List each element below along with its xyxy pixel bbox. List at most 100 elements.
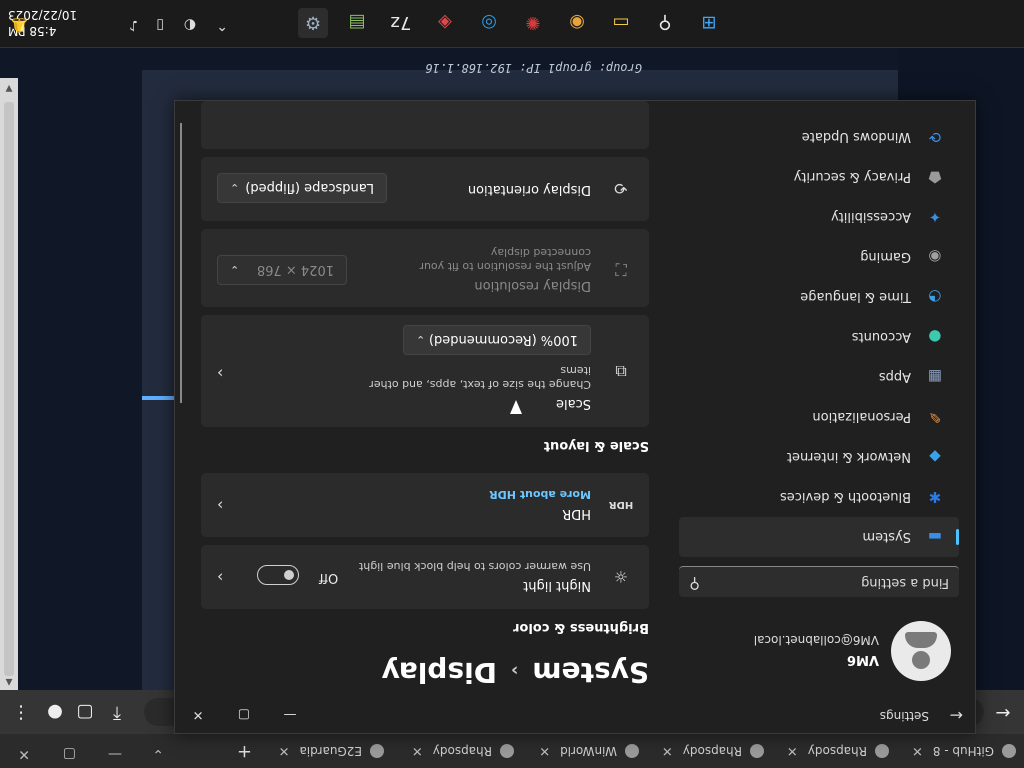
section-scale-layout: Scale & layout: [543, 438, 649, 453]
scale-dropdown[interactable]: 100% (Recommended) ⌄: [403, 325, 591, 355]
gamepad-icon: ◉: [928, 248, 942, 266]
breadcrumb-parent[interactable]: System: [532, 656, 649, 689]
back-arrow-icon[interactable]: ←: [950, 706, 963, 725]
orientation-dropdown[interactable]: Landscape (flipped) ⌄: [217, 173, 387, 203]
taskbar: ⊞ ⚲ ▭ ◉ ✺ ◎ ◈ 7z ▤ ⚙ ⌃ ◐ ▯ ♪ 4:58 PM 10/…: [0, 0, 1024, 48]
resolution-title: Display resolution: [474, 278, 591, 293]
screen: GitHub - 8 ✕ Rhapsody ✕ Rhapsody ✕ WinWo…: [0, 0, 1024, 768]
content-scrollbar[interactable]: [180, 123, 182, 403]
avatar: [891, 621, 951, 681]
chevron-right-icon[interactable]: ›: [217, 568, 223, 587]
search-icon[interactable]: ⚲: [650, 8, 680, 38]
nav-item-personalization[interactable]: ✎ Personalization: [679, 397, 959, 437]
browser-tab[interactable]: WinWorld ✕: [539, 738, 639, 764]
7zip-icon[interactable]: 7z: [386, 8, 416, 38]
section-brightness-color: Brightness & color: [513, 620, 649, 635]
app-grid-icon[interactable]: ▤: [342, 8, 372, 38]
start-icon[interactable]: ⊞: [694, 8, 724, 38]
accent-bar: [142, 396, 176, 400]
scale-value: 100% (Recommended): [428, 332, 578, 348]
battery-icon[interactable]: ▯: [156, 17, 164, 33]
nav-item-bluetooth[interactable]: ✱ Bluetooth & devices: [679, 477, 959, 517]
search-input[interactable]: Find a setting ⚲: [679, 566, 959, 597]
browser-tab-strip: GitHub - 8 ✕ Rhapsody ✕ Rhapsody ✕ WinWo…: [0, 734, 1024, 768]
viewer-scrollbar-thumb[interactable]: [4, 102, 14, 676]
network-icon[interactable]: ◐: [184, 17, 196, 33]
browser-tab[interactable]: Rhapsody ✕: [662, 738, 764, 764]
hdr-row[interactable]: HDR HDR More about HDR ›: [201, 473, 649, 537]
browser-minimize-icon[interactable]: —: [108, 746, 122, 762]
hdr-link[interactable]: More about HDR: [489, 488, 591, 501]
resolution-subtitle: Adjust the resolution to fit your connec…: [419, 246, 591, 273]
nav-label: Apps: [878, 369, 911, 385]
tab-label: Rhapsody: [807, 744, 867, 758]
tab-close-icon[interactable]: ✕: [662, 744, 673, 759]
profile-email: VM6@collabnet.local: [753, 633, 879, 647]
browser-tab-search-icon[interactable]: ⌄: [152, 746, 164, 762]
fullscreen-icon[interactable]: ▢: [74, 702, 96, 724]
bginfo-text: Group: group1 IP: 192.168.1.16: [425, 61, 642, 75]
night-light-subtitle: Use warmer colors to help block blue lig…: [358, 560, 591, 573]
accessibility-icon: ✦: [928, 208, 942, 226]
night-light-toggle[interactable]: [257, 565, 299, 585]
night-light-row[interactable]: ☼ Night light Use warmer colors to help …: [201, 545, 649, 609]
menu-icon[interactable]: ⋮: [10, 702, 32, 724]
settings-gear-icon[interactable]: ⚙: [298, 8, 328, 38]
nav-item-network[interactable]: ◆ Network & internet: [679, 437, 959, 477]
tab-close-icon[interactable]: ✕: [279, 744, 290, 759]
browser-maximize-icon[interactable]: ▢: [63, 746, 76, 762]
search-placeholder: Find a setting: [861, 575, 949, 590]
resolution-icon: ⛶: [615, 260, 627, 279]
chevron-up-icon[interactable]: ⌃: [216, 17, 228, 33]
nav-item-time-language[interactable]: ◔ Time & language: [679, 277, 959, 317]
chrome-icon[interactable]: ◉: [562, 8, 592, 38]
nav-label: System: [862, 529, 911, 545]
night-light-title: Night light: [523, 578, 591, 593]
browser-tab[interactable]: E2Guardia ✕: [279, 738, 384, 764]
bluetooth-icon: ✱: [928, 488, 942, 506]
breadcrumb: System › Display: [382, 656, 650, 689]
browser-tab[interactable]: Rhapsody ✕: [787, 738, 889, 764]
nav-item-accounts[interactable]: ● Accounts: [679, 317, 959, 357]
anydesk-icon[interactable]: ◈: [430, 8, 460, 38]
next-row-partial[interactable]: [201, 101, 649, 149]
nav-item-accessibility[interactable]: ✦ Accessibility: [679, 197, 959, 237]
app-red-icon[interactable]: ✺: [518, 8, 548, 38]
update-icon: ⟳: [928, 128, 942, 146]
tab-label: GitHub - 8: [932, 744, 994, 758]
scroll-up-icon[interactable]: ▲: [3, 676, 15, 688]
maximize-button[interactable]: ▢: [221, 703, 267, 727]
close-button[interactable]: ✕: [175, 703, 221, 727]
orientation-row[interactable]: ⟲ Display orientation Landscape (flipped…: [201, 157, 649, 221]
browser-tab[interactable]: GitHub - 8 ✕: [912, 738, 1016, 764]
scroll-down-icon[interactable]: ▼: [3, 82, 15, 94]
nav-item-gaming[interactable]: ◉ Gaming: [679, 237, 959, 277]
tab-close-icon[interactable]: ✕: [412, 744, 423, 759]
browser-close-icon[interactable]: ✕: [18, 746, 30, 762]
globe-icon: [370, 744, 384, 758]
user-profile[interactable]: VM6 VM6@collabnet.local: [671, 617, 951, 681]
tab-close-icon[interactable]: ✕: [539, 744, 550, 759]
chevron-right-icon[interactable]: ›: [217, 364, 223, 383]
extension-icon[interactable]: ●: [44, 702, 66, 724]
nav-label: Bluetooth & devices: [780, 489, 911, 505]
upload-icon[interactable]: ⤒: [106, 702, 128, 724]
tab-close-icon[interactable]: ✕: [912, 744, 923, 759]
tab-close-icon[interactable]: ✕: [787, 744, 798, 759]
nav-label: Accessibility: [831, 209, 911, 225]
chevron-right-icon[interactable]: ›: [217, 496, 223, 515]
minimize-button[interactable]: —: [267, 703, 313, 727]
nav-item-privacy[interactable]: ⬟ Privacy & security: [679, 157, 959, 197]
nav-item-apps[interactable]: ▦ Apps: [679, 357, 959, 397]
notification-icon[interactable]: 🔔: [11, 17, 28, 33]
nav-item-system[interactable]: ▬ System: [679, 517, 959, 557]
nav-item-windows-update[interactable]: ⟳ Windows Update: [679, 117, 959, 157]
volume-icon[interactable]: ♪: [129, 17, 138, 33]
app-ring-icon[interactable]: ◎: [474, 8, 504, 38]
scale-row[interactable]: ⧉ Scale Change the size of text, apps, a…: [201, 315, 649, 427]
browser-tab[interactable]: Rhapsody ✕: [412, 738, 514, 764]
file-explorer-icon[interactable]: ▭: [606, 8, 636, 38]
back-arrow-icon[interactable]: ←: [992, 702, 1014, 724]
new-tab-button[interactable]: +: [237, 741, 252, 762]
rhapsody-icon: [500, 744, 514, 758]
